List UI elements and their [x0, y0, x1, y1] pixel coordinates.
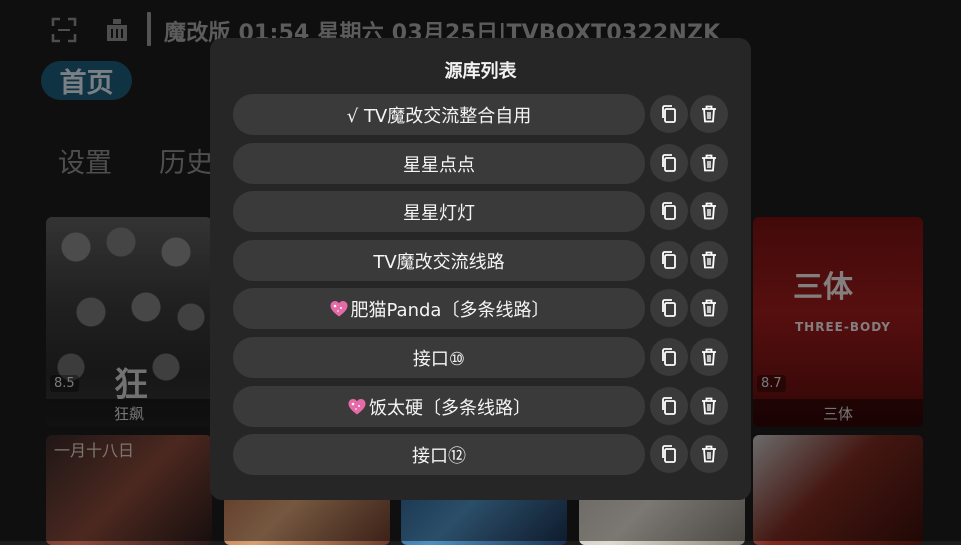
copy-icon: [662, 445, 676, 463]
source-row: 接口⑩: [233, 337, 728, 378]
source-item-button[interactable]: TV魔改交流线路: [233, 240, 645, 281]
source-item-button[interactable]: 接口⑩: [233, 337, 645, 378]
copy-icon: [662, 299, 676, 317]
dialog-title: 源库列表: [444, 61, 517, 82]
source-row: 星星灯灯: [233, 191, 728, 232]
source-item-label: 接口⑫: [412, 445, 466, 467]
source-item-label: √ TV魔改交流整合自用: [346, 105, 532, 127]
source-item-label: TV魔改交流线路: [373, 251, 505, 273]
source-item-button[interactable]: 星星点点: [233, 143, 645, 184]
source-item-button[interactable]: 星星灯灯: [233, 191, 645, 232]
copy-icon: [662, 397, 676, 415]
copy-button[interactable]: [650, 144, 688, 182]
source-row: √ TV魔改交流整合自用: [233, 94, 728, 135]
copy-icon: [662, 202, 676, 220]
trash-icon: [702, 397, 716, 415]
copy-button[interactable]: [650, 95, 688, 133]
source-row: 接口⑫: [233, 434, 728, 475]
source-item-button[interactable]: 肥猫Panda〔多条线路〕: [233, 288, 645, 329]
trash-icon: [702, 348, 716, 366]
trash-icon: [702, 445, 716, 463]
copy-icon: [662, 348, 676, 366]
delete-button[interactable]: [690, 144, 728, 182]
copy-button[interactable]: [650, 192, 688, 230]
source-row: 星星点点: [233, 143, 728, 184]
source-item-button[interactable]: 接口⑫: [233, 434, 645, 475]
copy-button[interactable]: [650, 289, 688, 327]
source-item-label: 肥猫Panda〔多条线路〕: [350, 299, 550, 321]
source-row: 肥猫Panda〔多条线路〕: [233, 288, 728, 329]
trash-icon: [702, 105, 716, 123]
copy-button[interactable]: [650, 241, 688, 279]
source-item-label: 饭太硬〔多条线路〕: [369, 397, 531, 419]
delete-button[interactable]: [690, 241, 728, 279]
trash-icon: [702, 154, 716, 172]
source-row: TV魔改交流线路: [233, 240, 728, 281]
source-item-label: 接口⑩: [412, 348, 466, 370]
copy-icon: [662, 251, 676, 269]
trash-icon: [702, 299, 716, 317]
copy-button[interactable]: [650, 387, 688, 425]
sparkling-heart-icon: [348, 398, 366, 414]
copy-button[interactable]: [650, 435, 688, 473]
copy-icon: [662, 105, 676, 123]
copy-button[interactable]: [650, 338, 688, 376]
source-item-label: 星星点点: [403, 154, 475, 176]
sparkling-heart-icon: [330, 300, 348, 316]
delete-button[interactable]: [690, 387, 728, 425]
source-item-button[interactable]: 饭太硬〔多条线路〕: [233, 386, 645, 427]
source-row: 饭太硬〔多条线路〕: [233, 386, 728, 427]
source-item-label: 星星灯灯: [403, 202, 475, 224]
delete-button[interactable]: [690, 289, 728, 327]
delete-button[interactable]: [690, 192, 728, 230]
copy-icon: [662, 154, 676, 172]
source-item-button[interactable]: √ TV魔改交流整合自用: [233, 94, 645, 135]
delete-button[interactable]: [690, 435, 728, 473]
trash-icon: [702, 251, 716, 269]
source-list-dialog: 源库列表 √ TV魔改交流整合自用 星星点点星星灯灯 TV魔改交流线路肥猫Panda…: [210, 38, 751, 500]
delete-button[interactable]: [690, 338, 728, 376]
trash-icon: [702, 202, 716, 220]
delete-button[interactable]: [690, 95, 728, 133]
